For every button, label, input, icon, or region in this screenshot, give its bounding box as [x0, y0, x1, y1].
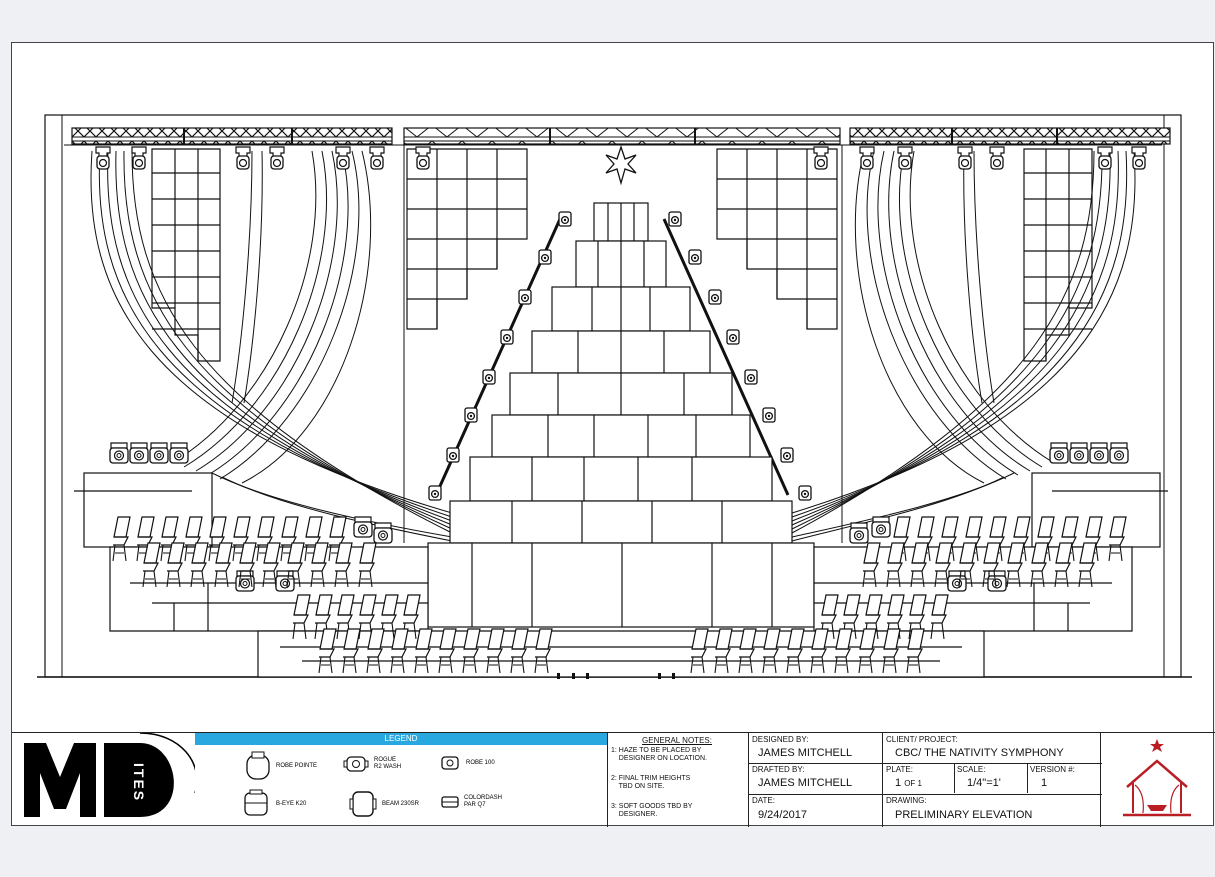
- general-notes-panel: GENERAL NOTES: 1: HAZE TO BE PLACED BY D…: [607, 733, 748, 827]
- center-right-video-wall: [716, 148, 838, 330]
- stage-elevation-drawing: [37, 114, 1192, 679]
- project-panel: CLIENT/ PROJECT: CBC/ THE NATIVITY SYMPH…: [882, 733, 1102, 827]
- legend-item-beam-230sr: BEAM 230SR: [349, 789, 419, 819]
- legend-item-robe-100: ROBE 100: [439, 755, 495, 771]
- right-video-wall: [1023, 148, 1093, 362]
- beam-230sr-icon: [349, 791, 377, 817]
- center-left-video-wall: [406, 148, 528, 330]
- star-icon: [605, 144, 637, 186]
- note-2: 2: FINAL TRIM HEIGHTS TBD ON SITE.: [611, 775, 691, 790]
- left-video-wall: [151, 148, 221, 362]
- rogue-wash-icon: [343, 756, 369, 772]
- scale-value: 1/4"=1': [967, 777, 1001, 789]
- plate-value: 1 OF 1: [895, 777, 922, 789]
- drawing-name: PRELIMINARY ELEVATION: [895, 809, 1033, 821]
- legend-item-beye-k20: B-EYE K20: [241, 789, 306, 819]
- drawing-sheet: ITES LEGEND ROBE POINTE ROGUE R2 WASH RO…: [11, 42, 1215, 827]
- robe-pointe-icon: [246, 751, 270, 780]
- legend-panel: LEGEND ROBE POINTE ROGUE R2 WASH ROBE 10…: [195, 733, 607, 827]
- colordash-par-icon: [441, 796, 459, 808]
- robe-100-icon: [441, 756, 459, 770]
- legend-item-colordash-par: COLORDASH PAR Q7: [441, 795, 502, 809]
- note-1: 1: HAZE TO BE PLACED BY DESIGNER ON LOCA…: [611, 747, 707, 762]
- nativity-logo: [1107, 733, 1207, 827]
- designer-name: JAMES MITCHELL: [758, 747, 853, 759]
- notes-title: GENERAL NOTES:: [642, 736, 712, 745]
- legend-item-rogue-wash: ROGUE R2 WASH: [343, 755, 401, 773]
- credits-panel: DESIGNED BY: JAMES MITCHELL DRAFTED BY: …: [748, 733, 883, 827]
- beye-k20-icon: [244, 789, 268, 816]
- legend-title: LEGEND: [195, 733, 607, 745]
- company-logo: ITES: [12, 732, 198, 827]
- logo-wordmark: ITES: [131, 763, 147, 803]
- legend-item-robe-pointe: ROBE POINTE: [245, 751, 317, 781]
- version-value: 1: [1041, 777, 1048, 789]
- date-value: 9/24/2017: [758, 809, 807, 821]
- drafter-name: JAMES MITCHELL: [758, 777, 853, 789]
- project-name: CBC/ THE NATIVITY SYMPHONY: [895, 747, 1064, 759]
- title-block: ITES LEGEND ROBE POINTE ROGUE R2 WASH RO…: [12, 732, 1215, 827]
- note-3: 3: SOFT GOODS TBD BY DESIGNER.: [611, 803, 693, 818]
